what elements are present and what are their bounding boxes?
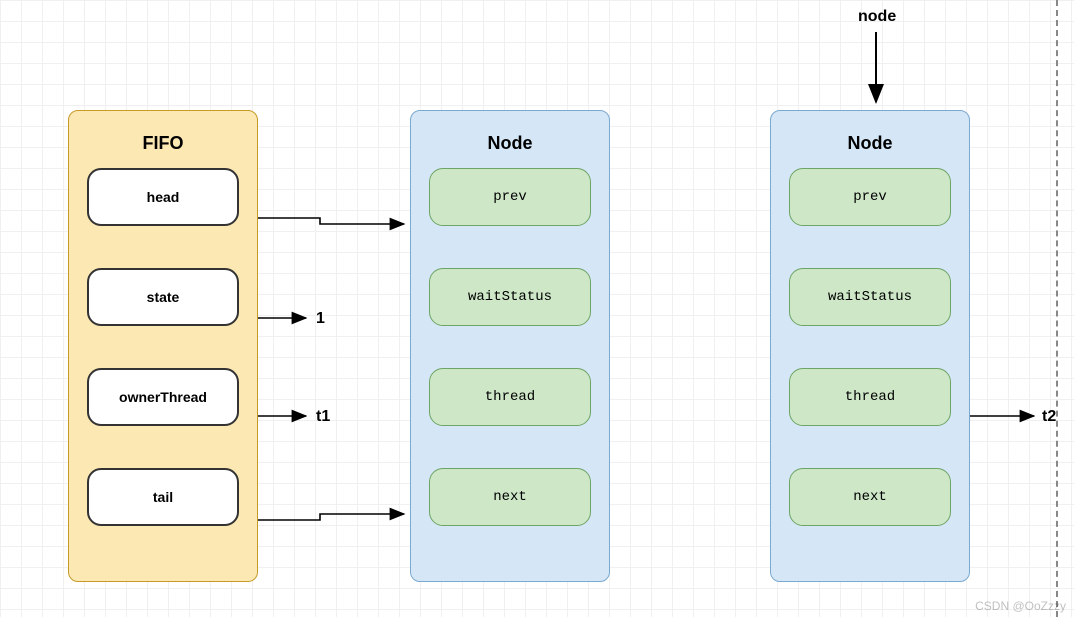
node2-slot-thread: thread xyxy=(789,368,951,426)
label-ownerThread-value: t1 xyxy=(316,408,330,426)
node2-slot-prev: prev xyxy=(789,168,951,226)
node1-slot-waitStatus: waitStatus xyxy=(429,268,591,326)
node1-slot-next: next xyxy=(429,468,591,526)
fifo-slot-ownerThread: ownerThread xyxy=(87,368,239,426)
arrow-tail-to-node1 xyxy=(258,514,404,520)
arrow-head-to-node1 xyxy=(258,218,404,224)
fifo-slot-state: state xyxy=(87,268,239,326)
watermark: CSDN @OoZzzy xyxy=(975,599,1066,613)
fifo-slot-head: head xyxy=(87,168,239,226)
label-state-value: 1 xyxy=(316,310,325,328)
page-boundary-dashed xyxy=(1056,0,1058,617)
node2-title: Node xyxy=(789,133,951,154)
node2-slot-next: next xyxy=(789,468,951,526)
node1-title: Node xyxy=(429,133,591,154)
node2-slot-waitStatus: waitStatus xyxy=(789,268,951,326)
label-node2-thread-value: t2 xyxy=(1042,408,1056,426)
fifo-title: FIFO xyxy=(87,133,239,154)
node1-slot-thread: thread xyxy=(429,368,591,426)
node1-slot-prev: prev xyxy=(429,168,591,226)
node1-panel: Node prev waitStatus thread next xyxy=(410,110,610,582)
label-node-pointer: node xyxy=(858,8,896,26)
fifo-slot-tail: tail xyxy=(87,468,239,526)
node2-panel: Node prev waitStatus thread next xyxy=(770,110,970,582)
fifo-panel: FIFO head state ownerThread tail xyxy=(68,110,258,582)
